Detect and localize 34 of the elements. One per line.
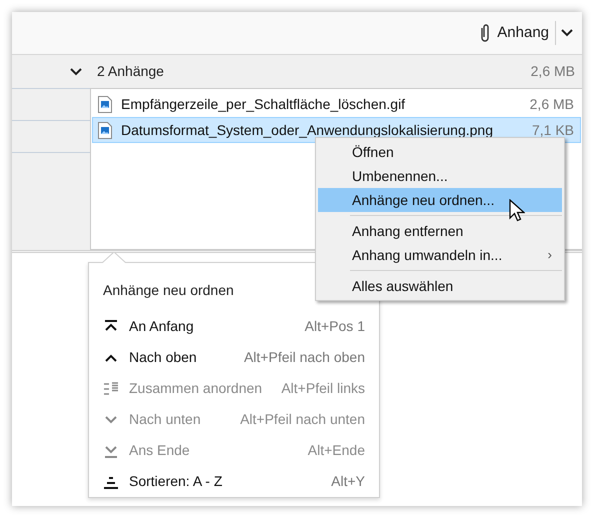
shortcut-text: Alt+Pfeil links — [280, 379, 365, 398]
reorder-item[interactable]: An Anfang Alt+Pos 1 — [103, 311, 365, 342]
reorder-item[interactable]: Nach oben Alt+Pfeil nach oben — [103, 342, 365, 373]
reorder-item: Zusammen anordnen Alt+Pfeil links — [103, 373, 365, 404]
chevron-down-icon — [561, 29, 573, 37]
attachment-row[interactable]: Empfängerzeile_per_Schaltfläche_löschen.gif 2,6 MB — [92, 91, 581, 117]
menu-item[interactable]: Öffnen — [318, 140, 562, 164]
total-size: 2,6 MB — [530, 62, 575, 81]
mouse-cursor-icon — [509, 199, 525, 224]
menu-item[interactable]: Umbenennen... — [318, 164, 562, 188]
file-name: Empfängerzeile_per_Schaltfläche_löschen.gif — [121, 94, 406, 114]
file-name: Datumsformat_System_oder_Anwendungslokalisierung.png — [121, 120, 493, 140]
image-file-icon — [98, 122, 112, 138]
reorder-item: Ans Ende Alt+Ende — [103, 435, 365, 466]
attachments-header: 2 Anhänge — [97, 62, 164, 81]
shortcut-text: Alt+Pos 1 — [304, 317, 365, 336]
submenu-item[interactable]: Anhang umwandeln in... › — [318, 243, 562, 267]
shortcut-text: Alt+Ende — [306, 441, 365, 460]
shortcut-text: Alt+Pfeil nach oben — [242, 348, 365, 367]
paperclip-icon — [479, 23, 492, 43]
file-size: 7,1 KB — [530, 120, 574, 140]
reorder-item[interactable]: Sortieren: A - Z Alt+Y — [103, 466, 365, 497]
shortcut-text: Alt+Pfeil nach unten — [239, 410, 365, 429]
reorder-item: Nach unten Alt+Pfeil nach unten — [103, 404, 365, 435]
chevron-down-icon[interactable] — [70, 68, 82, 76]
menu-item[interactable]: Alles auswählen — [318, 274, 562, 298]
shortcut-text: Alt+Y — [330, 472, 365, 491]
submenu-arrow: › — [548, 246, 552, 264]
group-icon — [103, 380, 119, 396]
menu-item[interactable]: Anhang entfernen — [318, 219, 562, 243]
attach-button[interactable]: Anhang — [473, 18, 555, 48]
menu-item[interactable]: Anhänge neu ordnen... — [318, 188, 562, 212]
file-size: 2,6 MB — [528, 94, 574, 114]
image-file-icon — [98, 96, 112, 112]
